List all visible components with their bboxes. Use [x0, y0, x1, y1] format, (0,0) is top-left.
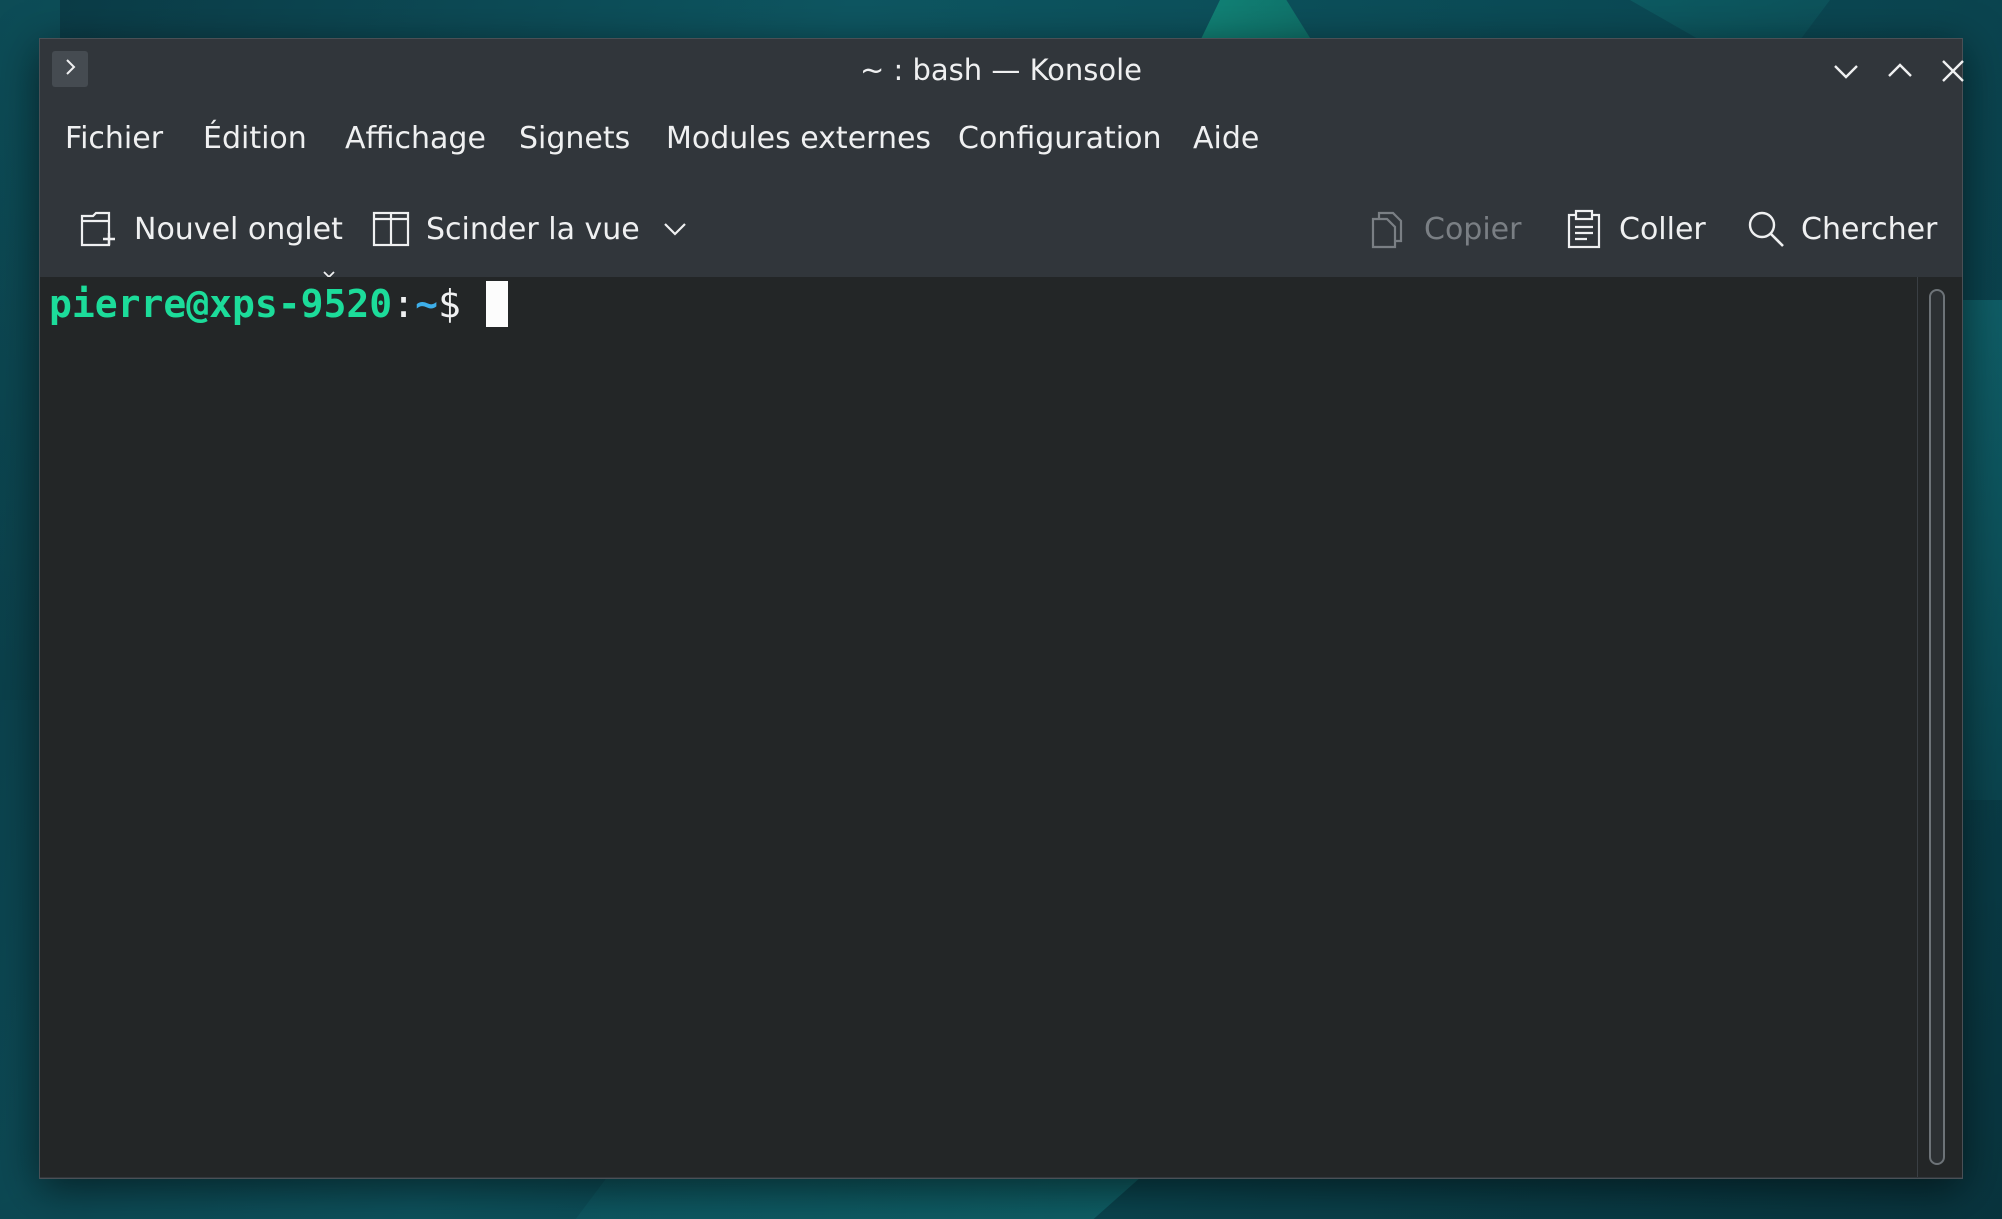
menu-affichage[interactable]: Affichage — [345, 121, 486, 157]
menu-signets[interactable]: Signets — [519, 121, 630, 157]
search-icon — [1745, 208, 1787, 250]
text-cursor — [485, 281, 508, 327]
menu-configuration[interactable]: Configuration — [958, 121, 1161, 157]
chevron-down-icon — [1832, 57, 1860, 89]
title-bar[interactable]: ~ : bash — Konsole — [40, 39, 1964, 105]
menu-edition[interactable]: Édition — [203, 121, 307, 157]
window-title: ~ : bash — Konsole — [859, 53, 1143, 87]
wallpaper-facet — [1960, 300, 2002, 800]
search-label: Chercher — [1801, 211, 1938, 247]
new-tab-label: Nouvel onglet — [134, 211, 343, 247]
menu-modules-externes[interactable]: Modules externes — [666, 121, 931, 157]
split-view-label: Scinder la vue — [426, 211, 640, 247]
close-button[interactable] — [1933, 53, 1973, 93]
terminal-view[interactable] — [40, 277, 1917, 1177]
split-view-icon — [370, 208, 412, 250]
copy-label: Copier — [1424, 211, 1522, 247]
prompt-symbol: $ — [437, 282, 461, 326]
chevron-down-icon[interactable] — [662, 216, 688, 242]
menu-fichier[interactable]: Fichier — [65, 121, 163, 157]
toolbar: Nouvel onglet Scinder la vue Copier Coll… — [40, 177, 1962, 279]
menu-aide[interactable]: Aide — [1193, 121, 1259, 157]
menu-bar: Fichier Édition Affichage Signets Module… — [40, 105, 1962, 177]
paste-icon — [1563, 208, 1605, 250]
maximize-button[interactable] — [1880, 53, 1920, 93]
konsole-window: ~ : bash — Konsole Fichier Édition Affic… — [39, 38, 1964, 1179]
new-tab-icon — [78, 208, 120, 250]
chevron-up-icon — [1886, 57, 1914, 89]
prompt-user-host: pierre@xps-9520 — [49, 282, 393, 326]
close-icon — [1940, 58, 1966, 88]
paste-button[interactable]: Coller — [1563, 205, 1706, 253]
scrollbar-thumb[interactable] — [1929, 289, 1945, 1165]
search-button[interactable]: Chercher — [1745, 205, 1937, 253]
copy-button[interactable]: Copier — [1368, 205, 1521, 253]
prompt-separator: : — [392, 282, 416, 326]
shell-prompt: pierre@xps-9520:~$ — [49, 279, 508, 329]
new-tab-button[interactable]: Nouvel onglet — [78, 205, 343, 253]
split-view-button[interactable]: Scinder la vue — [370, 205, 688, 253]
prompt-path: ~ — [415, 282, 438, 326]
paste-label: Coller — [1619, 211, 1706, 247]
minimize-button[interactable] — [1826, 53, 1866, 93]
copy-icon — [1368, 208, 1410, 250]
